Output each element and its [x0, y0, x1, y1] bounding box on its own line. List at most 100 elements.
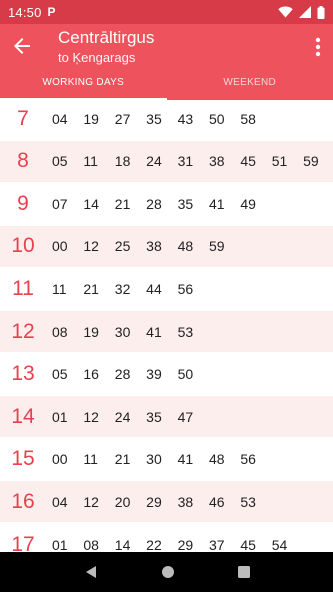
hour-label: 9 [17, 191, 29, 215]
minutes-list: 07 14 21 28 35 41 49 [52, 196, 272, 212]
departure-minute: 39 [146, 366, 162, 383]
minutes-list: 05 16 28 39 50 [52, 366, 209, 382]
departure-minute: 01 [52, 536, 68, 553]
hour-label: 12 [11, 319, 35, 343]
departure-minute: 12 [83, 493, 99, 510]
departure-minute: 54 [271, 536, 288, 553]
nav-recents-button[interactable] [237, 566, 250, 578]
departure-minute: 08 [83, 536, 99, 553]
schedule-row: 12 08 19 30 41 53 [0, 311, 333, 352]
departure-minute: 21 [83, 280, 99, 297]
departure-minute: 04 [52, 110, 68, 127]
tab-bar: WORKING DAYS WEEKEND [0, 72, 333, 100]
departure-minute: 22 [146, 536, 162, 553]
departure-minute: 12 [83, 238, 99, 255]
schedule-list[interactable]: 7 04 19 27 35 43 50 58 8 05 11 18 24 31 38 45 51 59 9 07 14 2… [0, 100, 333, 552]
minutes-list: 01 08 14 22 29 37 45 54 [52, 537, 303, 553]
departure-minute: 59 [208, 238, 225, 255]
departure-minute: 48 [208, 451, 225, 468]
departure-minute: 46 [208, 493, 225, 510]
departure-minute: 56 [240, 451, 256, 468]
overflow-menu-button[interactable] [315, 36, 321, 58]
schedule-row: 15 00 11 21 30 41 48 56 [0, 439, 333, 480]
departure-minute: 00 [52, 451, 68, 468]
departure-minute: 51 [271, 153, 288, 170]
schedule-row: 13 05 16 28 39 50 [0, 354, 333, 395]
minutes-list: 01 12 24 35 47 [52, 409, 209, 425]
departure-minute: 11 [83, 451, 98, 468]
departure-minute: 08 [52, 323, 68, 340]
departure-minute: 50 [208, 110, 225, 127]
nav-back-button[interactable] [84, 565, 98, 579]
hour-label: 10 [11, 234, 35, 258]
app-bar: Centrāltirgus to Ķengarags [0, 24, 333, 72]
schedule-row: 8 05 11 18 24 31 38 45 51 59 [0, 140, 333, 182]
departure-minute: 43 [177, 110, 194, 127]
schedule-row: 7 04 19 27 35 43 50 58 [0, 100, 333, 139]
navigation-bar [0, 552, 333, 592]
tab-label: WORKING DAYS [42, 77, 125, 88]
departure-minute: 30 [146, 451, 162, 468]
departure-minute: 19 [83, 110, 99, 127]
departure-minute: 05 [52, 366, 68, 383]
departure-minute: 21 [114, 195, 131, 212]
minutes-list: 08 19 30 41 53 [52, 324, 209, 340]
schedule-row: 9 07 14 21 28 35 41 49 [0, 183, 333, 224]
departure-minute: 11 [52, 280, 67, 297]
departure-minute: 59 [303, 153, 319, 170]
departure-minute: 18 [114, 153, 131, 170]
departure-minute: 41 [146, 323, 162, 340]
triangle-back-icon [85, 566, 96, 578]
departure-minute: 29 [177, 536, 194, 553]
departure-minute: 28 [146, 195, 162, 212]
departure-minute: 37 [208, 536, 225, 553]
hour-label: 16 [11, 489, 35, 513]
signal-icon [299, 6, 311, 18]
departure-minute: 38 [208, 153, 225, 170]
departure-minute: 00 [52, 238, 68, 255]
hour-label: 14 [11, 404, 35, 428]
departure-minute: 41 [208, 195, 225, 212]
minutes-list: 00 11 21 30 41 48 56 [52, 451, 272, 467]
minutes-list: 11 21 32 44 56 [52, 281, 209, 297]
battery-icon [317, 5, 325, 19]
nav-home-button[interactable] [161, 565, 175, 579]
departure-minute: 30 [114, 323, 131, 340]
tab-label: WEEKEND [223, 77, 277, 88]
departure-minute: 07 [52, 195, 68, 212]
page-title: Centrāltirgus [58, 28, 155, 47]
schedule-row: 10 00 12 25 38 48 59 [0, 225, 333, 267]
departure-minute: 49 [240, 195, 256, 212]
page-subtitle: to Ķengarags [58, 50, 136, 65]
tab-working-days[interactable]: WORKING DAYS [0, 72, 167, 100]
departure-minute: 50 [177, 366, 194, 383]
departure-minute: 14 [114, 536, 131, 553]
departure-minute: 53 [240, 493, 256, 510]
back-button[interactable] [10, 34, 34, 58]
tab-weekend[interactable]: WEEKEND [167, 72, 333, 100]
departure-minute: 53 [177, 323, 194, 340]
departure-minute: 05 [52, 153, 68, 170]
departure-minute: 14 [83, 195, 99, 212]
departure-minute: 01 [52, 408, 68, 425]
minutes-list: 04 19 27 35 43 50 58 [52, 111, 272, 127]
departure-minute: 35 [177, 195, 194, 212]
departure-minute: 20 [114, 493, 131, 510]
departure-minute: 24 [146, 153, 162, 170]
circle-home-icon [161, 566, 174, 578]
departure-minute: 19 [83, 323, 99, 340]
hour-label: 11 [12, 276, 34, 300]
schedule-row: 17 01 08 14 22 29 37 45 54 [0, 524, 333, 553]
departure-minute: 58 [240, 110, 256, 127]
departure-minute: 27 [114, 110, 131, 127]
minutes-list: 00 12 25 38 48 59 [52, 238, 240, 254]
hour-label: 8 [17, 149, 29, 173]
departure-minute: 25 [114, 238, 131, 255]
title-block: Centrāltirgus to Ķengarags [58, 27, 154, 66]
schedule-row: 16 04 12 20 29 38 46 53 [0, 481, 333, 523]
arrow-left-icon [14, 38, 30, 54]
departure-minute: 31 [177, 153, 194, 170]
departure-minute: 16 [83, 366, 99, 383]
departure-minute: 41 [177, 451, 194, 468]
departure-minute: 48 [177, 238, 194, 255]
